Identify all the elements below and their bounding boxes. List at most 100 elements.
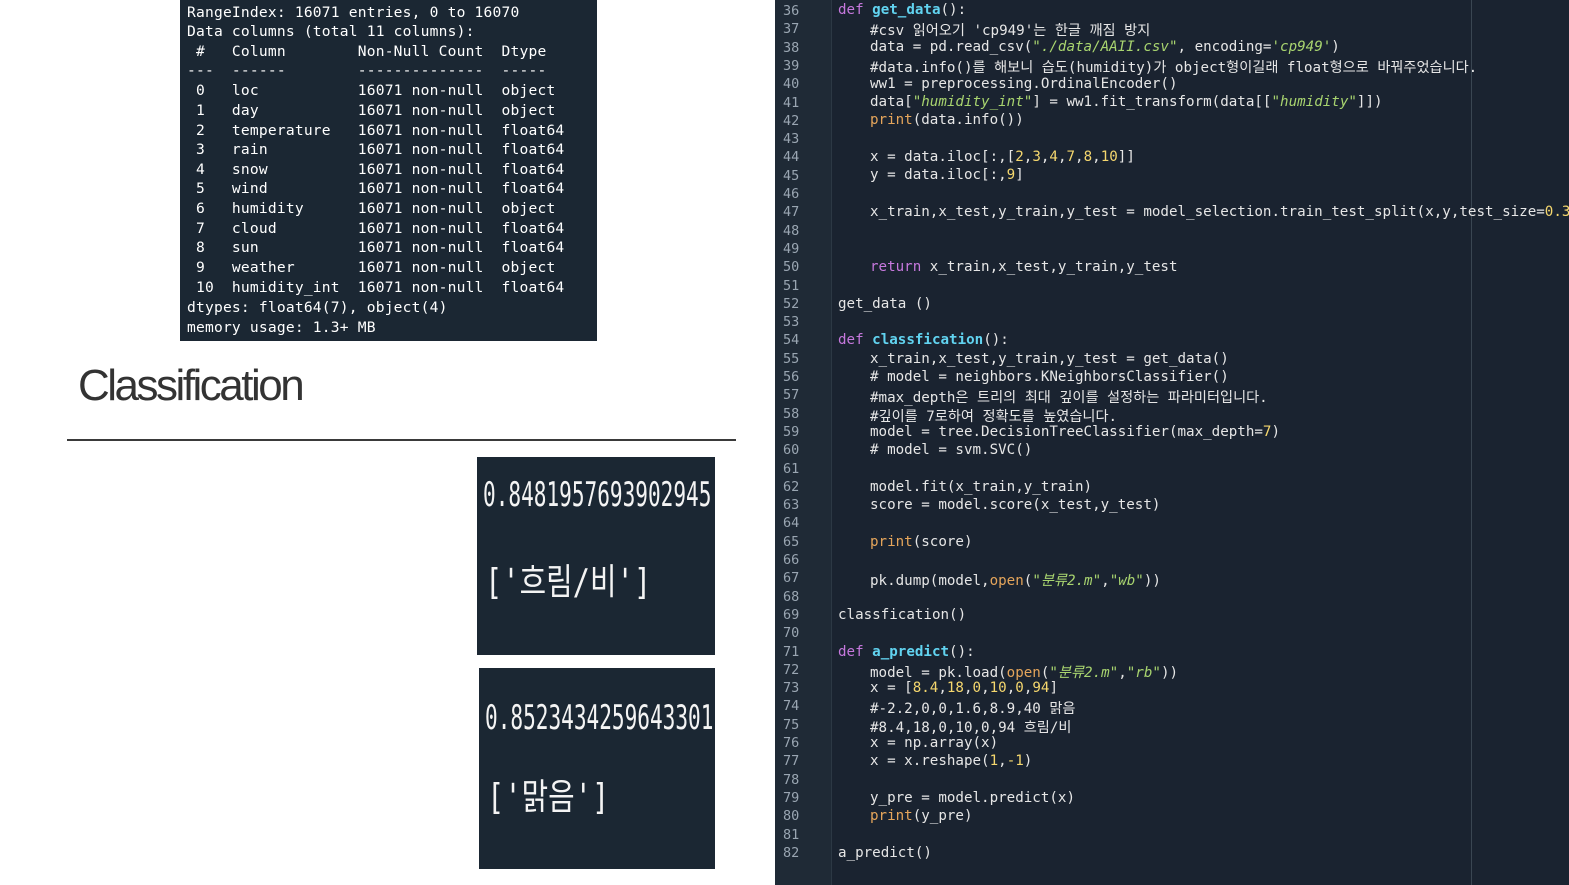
line-number: 60 bbox=[783, 442, 800, 458]
line-number: 78 bbox=[783, 772, 800, 788]
line-number: 74 bbox=[783, 698, 800, 714]
code-text: (): bbox=[949, 644, 975, 660]
string-literal: "humidity" bbox=[1271, 94, 1357, 110]
code-text: ] bbox=[1049, 680, 1058, 696]
code-line: def classfication(): bbox=[838, 332, 1009, 348]
line-number: 80 bbox=[783, 808, 800, 824]
number-literal: 2 bbox=[1015, 149, 1024, 165]
line-number: 39 bbox=[783, 58, 800, 74]
code-text: (): bbox=[940, 2, 967, 18]
code-text: (score) bbox=[912, 534, 973, 550]
line-number: 82 bbox=[783, 845, 800, 861]
keyword: def bbox=[838, 332, 864, 348]
code-line: a_predict() bbox=[838, 845, 932, 861]
line-number: 77 bbox=[783, 753, 800, 769]
info-line: 9 weather 16071 non-null object bbox=[187, 259, 556, 276]
number-literal: 10 bbox=[989, 680, 1007, 696]
code-text: )) bbox=[1143, 573, 1161, 589]
code-line: model.fit(x_train,y_train) bbox=[870, 479, 1093, 495]
code-text: )) bbox=[1160, 665, 1179, 681]
code-text: ) bbox=[1023, 753, 1033, 769]
string-literal: "humidity_int" bbox=[912, 94, 1033, 110]
function-name: a_predict bbox=[872, 644, 950, 660]
line-number: 70 bbox=[783, 625, 800, 641]
code-text: model = tree.DecisionTreeClassifier(max_… bbox=[870, 424, 1263, 440]
line-number: 56 bbox=[783, 369, 800, 385]
line-number: 53 bbox=[783, 314, 800, 330]
code-text: data = pd.read_csv( bbox=[870, 39, 1033, 55]
accuracy-score: 0.8523434259643301 bbox=[485, 698, 714, 738]
line-number: 46 bbox=[783, 186, 800, 202]
code-line: def a_predict(): bbox=[838, 644, 975, 660]
number-literal: 3 bbox=[1032, 149, 1041, 165]
code-text: , bbox=[998, 753, 1007, 769]
line-number: 41 bbox=[783, 95, 800, 111]
prediction-label: ['흐림/비'] bbox=[485, 562, 652, 603]
line-number: 69 bbox=[783, 607, 800, 623]
section-heading: Classification bbox=[78, 361, 305, 410]
code-text: data[ bbox=[870, 94, 913, 110]
line-number: 61 bbox=[783, 461, 800, 477]
code-editor[interactable]: 36 37 38 39 40 41 42 43 44 45 46 47 48 4… bbox=[775, 0, 1569, 885]
line-number: 45 bbox=[783, 168, 800, 184]
line-number: 59 bbox=[783, 424, 800, 440]
line-number: 52 bbox=[783, 296, 800, 312]
number-literal: 7 bbox=[1066, 149, 1076, 165]
code-line: print(score) bbox=[838, 534, 973, 550]
number-literal: 94 bbox=[1032, 680, 1050, 696]
info-line: # Column Non-Null Count Dtype bbox=[187, 43, 547, 60]
code-text: x = x.reshape( bbox=[870, 753, 990, 769]
info-output-panel: RangeIndex: 16071 entries, 0 to 16070 Da… bbox=[180, 0, 597, 341]
prediction-label: ['맑음'] bbox=[487, 777, 610, 818]
code-text: , encoding= bbox=[1177, 39, 1272, 55]
code-comment: # model = neighbors.KNeighborsClassifier… bbox=[870, 369, 1229, 385]
string-literal: 'cp949' bbox=[1271, 39, 1332, 55]
code-text: x_train,x_test,y_train,y_test bbox=[921, 259, 1178, 275]
code-line: x = np.array(x) bbox=[870, 735, 999, 751]
code-text: , bbox=[1101, 573, 1110, 589]
code-line: pk.dump(model,open("분류2.m","wb")) bbox=[838, 570, 1161, 590]
code-line: x = [8.4,18,0,10,0,94] bbox=[870, 680, 1058, 696]
code-line: model = pk.load(open("분류2.m","rb")) bbox=[838, 662, 1178, 682]
info-line: 4 snow 16071 non-null float64 bbox=[187, 161, 565, 178]
info-line: 0 loc 16071 non-null object bbox=[187, 82, 556, 99]
line-number: 64 bbox=[783, 515, 800, 531]
code-text: ) bbox=[1331, 39, 1340, 55]
number-literal: 4 bbox=[1049, 149, 1058, 165]
info-line: 1 day 16071 non-null object bbox=[187, 102, 556, 119]
code-comment: #data.info()를 해보니 습도(humidity)가 object형이… bbox=[870, 60, 1478, 76]
code-text: x = [ bbox=[870, 680, 913, 696]
code-text: ] = ww1.fit_transform(data[[ bbox=[1032, 94, 1272, 110]
line-number: 68 bbox=[783, 589, 800, 605]
info-line: 3 rain 16071 non-null float64 bbox=[187, 141, 565, 158]
line-number: 67 bbox=[783, 570, 800, 586]
info-line: --- ------ -------------- ----- bbox=[187, 62, 547, 79]
line-number: 62 bbox=[783, 479, 800, 495]
line-number: 36 bbox=[783, 3, 800, 19]
function-name: classfication bbox=[872, 332, 984, 348]
number-literal: 0 bbox=[1015, 680, 1024, 696]
info-line: Data columns (total 11 columns): bbox=[187, 23, 475, 40]
number-literal: 8.4 bbox=[912, 680, 939, 696]
code-comment: # model = svm.SVC() bbox=[870, 442, 1033, 458]
line-number: 65 bbox=[783, 534, 800, 550]
code-line: get_data () bbox=[838, 296, 932, 312]
line-number: 58 bbox=[783, 406, 800, 422]
code-text: (y_pre) bbox=[912, 808, 973, 824]
code-comment: #csv 읽어오기 'cp949'는 한글 깨짐 방지 bbox=[870, 23, 1151, 39]
builtin: print bbox=[870, 808, 913, 824]
code-line: x_train,x_test,y_train,y_test = model_se… bbox=[838, 204, 1569, 220]
code-comment: #깊이를 7로하여 정확도를 높였습니다. bbox=[870, 409, 1118, 425]
code-text: ]] bbox=[1117, 149, 1135, 165]
result-panel-2: 0.8523434259643301 ['맑음'] bbox=[479, 668, 715, 869]
code-line: print(y_pre) bbox=[838, 808, 973, 824]
function-name: get_data bbox=[872, 2, 941, 18]
info-line: 5 wind 16071 non-null float64 bbox=[187, 180, 565, 197]
code-line: data = pd.read_csv("./data/AAII.csv", en… bbox=[838, 39, 1340, 55]
info-line: 7 cloud 16071 non-null float64 bbox=[187, 220, 565, 237]
builtin: print bbox=[870, 112, 913, 128]
line-number: 71 bbox=[783, 644, 800, 660]
code-line: model = tree.DecisionTreeClassifier(max_… bbox=[838, 424, 1280, 440]
info-line: RangeIndex: 16071 entries, 0 to 16070 bbox=[187, 4, 520, 21]
line-number: 44 bbox=[783, 149, 800, 165]
